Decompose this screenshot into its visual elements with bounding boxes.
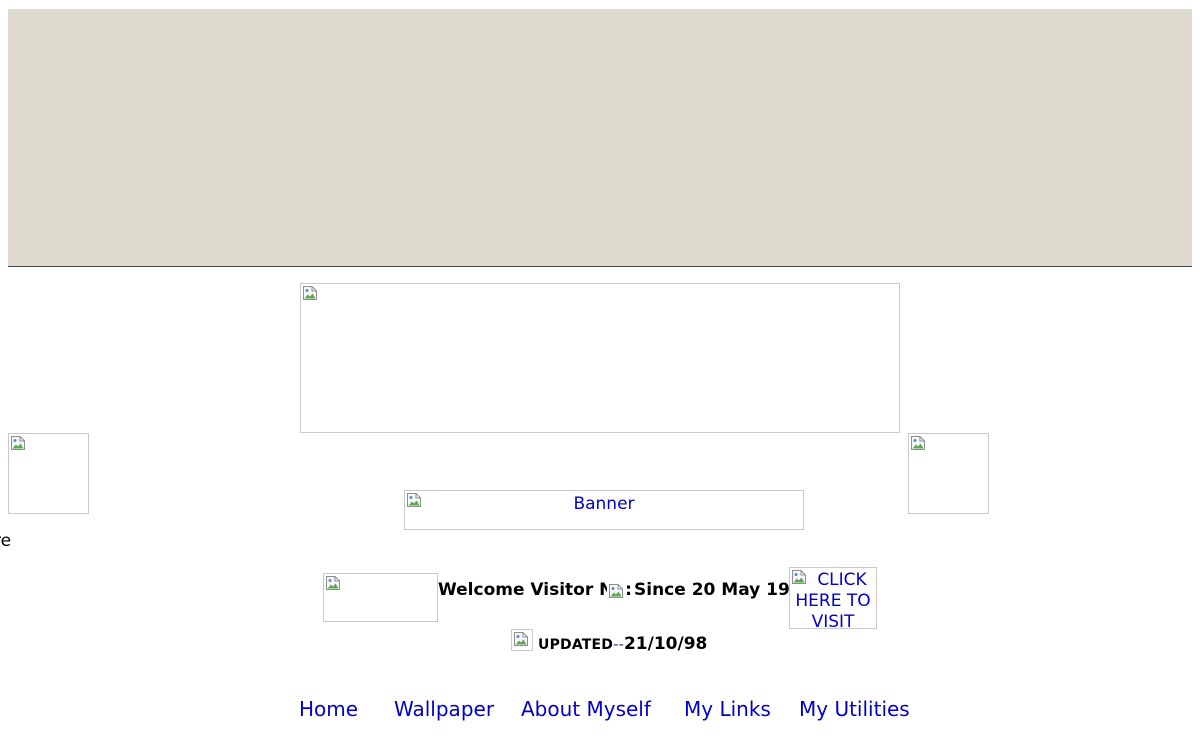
- nav-link-about-myself[interactable]: About Myself: [521, 697, 651, 721]
- broken-image-icon: [10, 435, 26, 451]
- since-date-label: Since 20 May 1998: [634, 580, 814, 600]
- nav-link-my-links[interactable]: My Links: [684, 697, 771, 721]
- welcome-image: [323, 573, 438, 622]
- broken-image-icon: [513, 631, 529, 647]
- click-here-link[interactable]: CLICK HERE TO VISIT THE: [789, 567, 877, 629]
- left-side-image: [8, 433, 89, 514]
- header-embed-area: [8, 9, 1192, 267]
- updated-image: [511, 629, 533, 651]
- banner-alt-text: Banner: [573, 494, 635, 514]
- welcome-visitor-label: Welcome Visitor No:: [438, 580, 632, 600]
- broken-image-icon: [302, 285, 318, 301]
- broken-image-icon: [608, 583, 624, 599]
- updated-label: UPDATED: [538, 637, 614, 653]
- main-navigation: Home Wallpaper About Myself My Links My …: [0, 697, 1200, 727]
- clipped-text-fragment: re: [0, 531, 12, 551]
- visitor-counter-image: [607, 582, 627, 600]
- nav-link-wallpaper[interactable]: Wallpaper: [394, 697, 494, 721]
- updated-date: 21/10/98: [623, 634, 708, 654]
- nav-link-home[interactable]: Home: [299, 697, 358, 721]
- broken-image-icon: [910, 435, 926, 451]
- nav-link-my-utilities[interactable]: My Utilities: [799, 697, 910, 721]
- right-side-image: [908, 433, 989, 514]
- last-updated: UPDATED--21/10/98: [538, 634, 707, 654]
- updated-separator: --: [613, 635, 624, 653]
- banner-link[interactable]: Banner: [404, 490, 804, 530]
- click-here-alt-text: CLICK HERE TO VISIT THE: [795, 570, 871, 629]
- hero-image: [300, 283, 900, 433]
- broken-image-icon: [325, 575, 341, 591]
